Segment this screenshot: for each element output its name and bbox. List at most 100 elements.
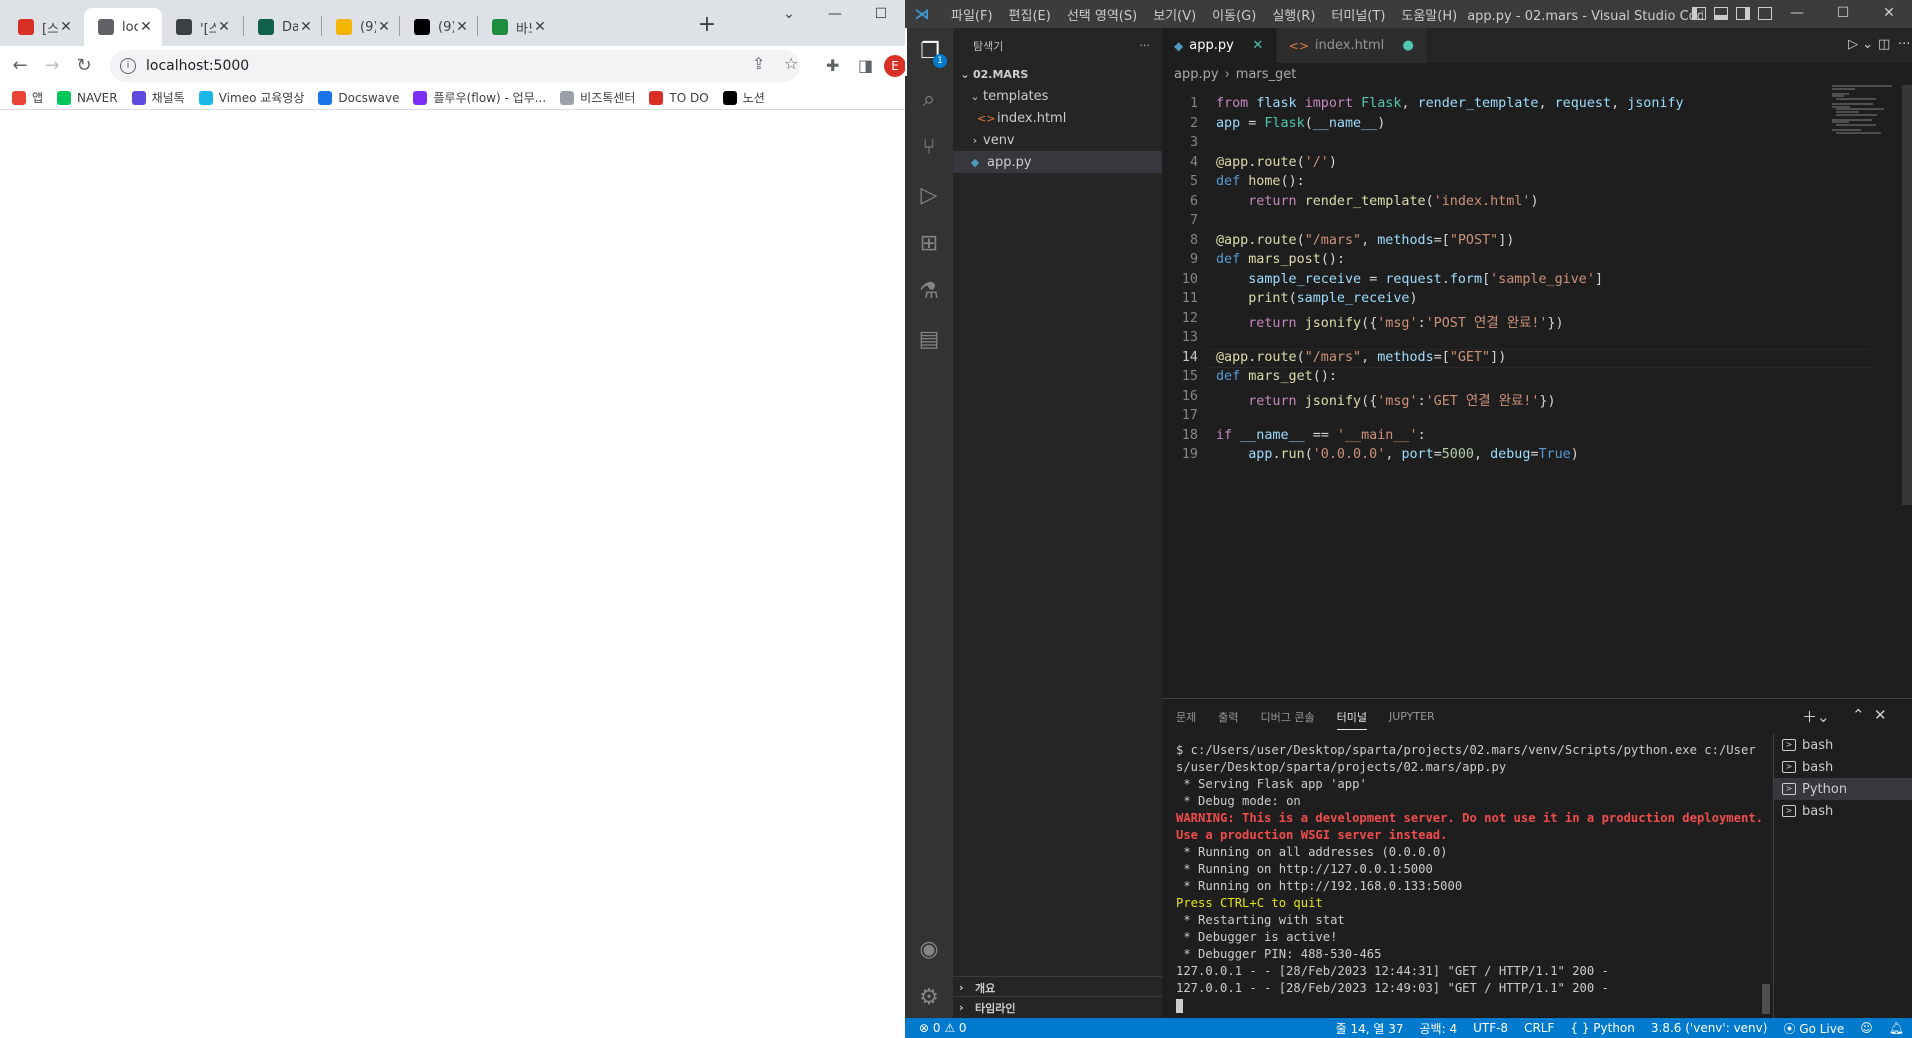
bookmark-item[interactable]: 앱 xyxy=(12,89,43,106)
new-tab-button[interactable]: + xyxy=(693,12,721,40)
bookmark-item[interactable]: Vimeo 교육영상 xyxy=(198,89,304,106)
run-python-file-icon[interactable]: ▷ ⌄ xyxy=(1848,37,1873,52)
menu-item[interactable]: 도움말(H) xyxy=(1401,5,1457,24)
menu-item[interactable]: 실행(R) xyxy=(1272,5,1315,24)
file-tree-item[interactable]: ◆ app.py xyxy=(953,151,1162,173)
file-tree-item[interactable]: ⌄ templates xyxy=(953,85,1162,107)
python-interpreter[interactable]: 3.8.6 ('venv': venv) xyxy=(1651,1021,1768,1035)
vscode-minimize-button[interactable]: — xyxy=(1774,0,1820,28)
problems-status[interactable]: ⊗ 0 ⚠ 0 xyxy=(905,1021,967,1035)
bookmark-item[interactable]: 비즈톡센터 xyxy=(560,89,635,106)
back-button[interactable]: ← xyxy=(6,52,34,80)
side-panel-icon[interactable]: ◨ xyxy=(858,56,873,75)
panel-tab[interactable]: JUPYTER xyxy=(1389,710,1435,723)
customize-layout-icon[interactable] xyxy=(1758,7,1772,20)
indentation-status[interactable]: 공백: 4 xyxy=(1420,1020,1458,1037)
terminal-instance[interactable]: > Python xyxy=(1774,778,1912,800)
menu-item[interactable]: 이동(G) xyxy=(1212,5,1256,24)
feedback-icon[interactable]: ☺ xyxy=(1860,1021,1873,1035)
editor-scrollbar[interactable] xyxy=(1902,85,1912,505)
tab-search-chevron-icon[interactable]: ⌄ xyxy=(766,0,812,32)
share-icon[interactable]: ⇪ xyxy=(752,54,765,73)
code-editor[interactable]: 1 from flask import Flask, render_templat… xyxy=(1162,85,1912,698)
encoding-status[interactable]: UTF-8 xyxy=(1473,1021,1508,1035)
extensions-icon[interactable]: ⊞ xyxy=(905,220,953,268)
outline-section[interactable]: › 개요 xyxy=(953,976,1162,998)
minimize-button[interactable]: — xyxy=(812,0,858,32)
menu-item[interactable]: 파일(F) xyxy=(951,5,993,24)
site-info-icon[interactable]: i xyxy=(120,58,136,74)
search-icon[interactable]: ⌕ xyxy=(905,76,953,124)
new-terminal-icon[interactable]: ＋⌄ xyxy=(1802,706,1830,727)
bookmark-star-icon[interactable]: ☆ xyxy=(784,54,798,73)
menu-item[interactable]: 선택 영역(S) xyxy=(1067,5,1137,24)
editor-more-actions-icon[interactable]: ··· xyxy=(1898,37,1910,52)
workspace-root[interactable]: ⌄ 02.MARS xyxy=(953,63,1162,85)
close-tab-icon[interactable]: ✕ xyxy=(298,19,314,35)
language-mode[interactable]: { } Python xyxy=(1570,1021,1635,1035)
browser-tab[interactable]: 바노비✕ xyxy=(478,8,556,46)
timeline-section[interactable]: › 타임라인 xyxy=(953,996,1162,1018)
close-tab-icon[interactable]: ✕ xyxy=(532,19,548,35)
run-debug-icon[interactable]: ▷ xyxy=(905,172,953,220)
close-tab-icon[interactable]: ✕ xyxy=(216,19,232,35)
go-live-button[interactable]: ⦿ Go Live xyxy=(1783,1020,1844,1037)
profile-avatar[interactable]: E xyxy=(884,55,906,77)
terminal-instance[interactable]: > bash xyxy=(1774,800,1912,822)
reload-button[interactable]: ↻ xyxy=(70,52,98,80)
minimap[interactable] xyxy=(1832,85,1907,145)
forward-button[interactable]: → xyxy=(38,52,66,80)
testing-flask-icon[interactable]: ⚗ xyxy=(905,268,953,316)
unsaved-dot-icon[interactable]: ● xyxy=(1400,38,1416,53)
browser-tab[interactable]: [스파✕ xyxy=(4,8,82,46)
toggle-panel-icon[interactable] xyxy=(1714,7,1728,20)
terminal-scrollbar[interactable] xyxy=(1762,984,1770,1014)
browser-tab[interactable]: localh✕ xyxy=(84,8,162,46)
terminal-instance[interactable]: > bash xyxy=(1774,734,1912,756)
close-tab-icon[interactable]: ✕ xyxy=(1250,38,1266,53)
bookmark-item[interactable]: Docswave xyxy=(318,90,399,105)
extensions-icon[interactable]: ✚ xyxy=(826,56,839,75)
menu-item[interactable]: 편집(E) xyxy=(1009,5,1051,24)
close-panel-icon[interactable]: ✕ xyxy=(1874,706,1887,724)
vscode-maximize-button[interactable]: ☐ xyxy=(1820,0,1866,28)
close-tab-icon[interactable]: ✕ xyxy=(376,19,392,35)
vscode-close-button[interactable]: ✕ xyxy=(1866,0,1912,28)
breadcrumb-item[interactable]: mars_get xyxy=(1236,67,1297,82)
address-bar[interactable]: i localhost:5000 xyxy=(110,50,800,82)
terminal-instance[interactable]: > bash xyxy=(1774,756,1912,778)
file-tree-item[interactable]: › venv xyxy=(953,129,1162,151)
panel-tab[interactable]: 출력 xyxy=(1218,709,1238,725)
close-tab-icon[interactable]: ✕ xyxy=(138,19,154,35)
bookmark-item[interactable]: 플루우(flow) - 업무... xyxy=(413,89,546,106)
jupyter-icon[interactable]: ▤ xyxy=(905,316,953,364)
maximize-button[interactable]: ☐ xyxy=(858,0,904,32)
bookmark-item[interactable]: 노션 xyxy=(722,89,765,106)
panel-tab[interactable]: 터미널 xyxy=(1336,709,1367,730)
close-tab-icon[interactable]: ✕ xyxy=(58,19,74,35)
browser-tab[interactable]: (9) A✕ xyxy=(322,8,400,46)
editor-tab[interactable]: ◆ app.py ✕ xyxy=(1162,28,1277,63)
menu-item[interactable]: 터미널(T) xyxy=(1331,5,1385,24)
file-tree-item[interactable]: <> index.html xyxy=(953,107,1162,129)
close-tab-icon[interactable]: ✕ xyxy=(454,19,470,35)
editor-tab[interactable]: <> index.html ● xyxy=(1276,28,1428,63)
bookmark-item[interactable]: NAVER xyxy=(57,90,118,105)
browser-tab[interactable]: Data✕ xyxy=(244,8,322,46)
menu-item[interactable]: 보기(V) xyxy=(1153,5,1196,24)
cursor-position[interactable]: 줄 14, 열 37 xyxy=(1336,1020,1404,1037)
panel-tab[interactable]: 문제 xyxy=(1176,709,1196,725)
split-editor-icon[interactable]: ◫ xyxy=(1878,37,1890,52)
panel-tab[interactable]: 디버그 콘솔 xyxy=(1261,709,1315,725)
notifications-bell-icon[interactable]: 🔔︎ xyxy=(1889,1021,1904,1035)
bookmark-item[interactable]: 채널톡 xyxy=(131,89,185,106)
accounts-icon[interactable]: ◉ xyxy=(905,926,953,974)
eol-status[interactable]: CRLF xyxy=(1524,1021,1554,1035)
breadcrumb-item[interactable]: app.py xyxy=(1174,67,1219,82)
more-actions-icon[interactable]: ··· xyxy=(1140,39,1151,52)
browser-tab[interactable]: '[스파✕ xyxy=(162,8,240,46)
manage-gear-icon[interactable]: ⚙ xyxy=(905,974,953,1022)
terminal-output[interactable]: $ c:/Users/user/Desktop/sparta/projects/… xyxy=(1176,742,1766,1014)
toggle-primary-sidebar-icon[interactable] xyxy=(1692,7,1706,20)
explorer-icon[interactable]: ❐ 1 xyxy=(905,28,953,76)
